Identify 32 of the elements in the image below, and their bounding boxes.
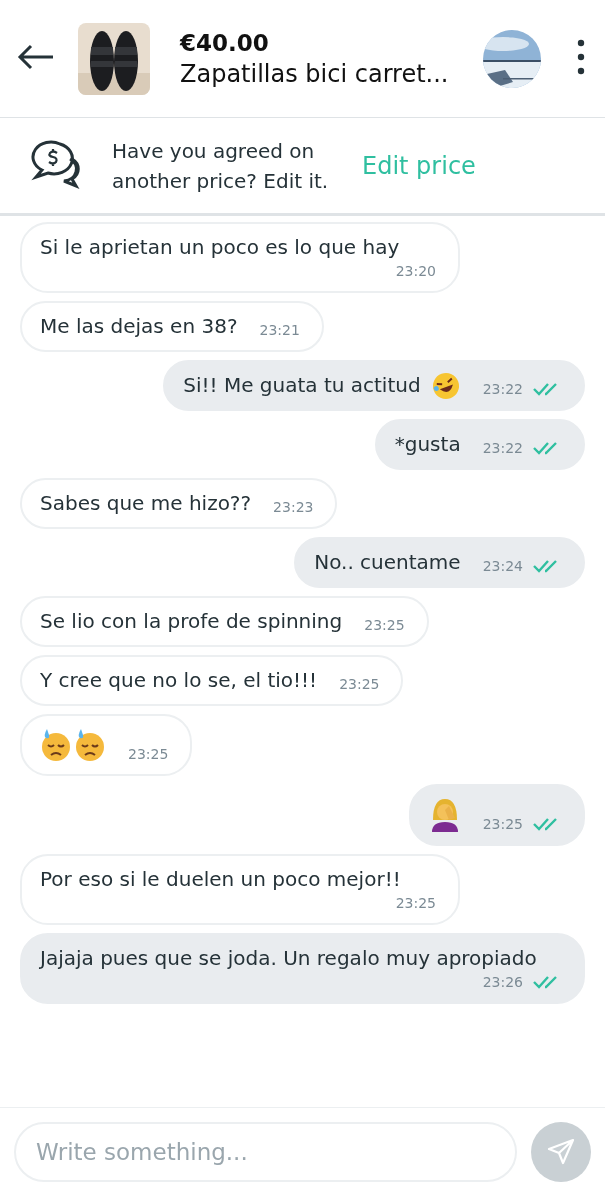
edit-price-link[interactable]: Edit price — [362, 151, 476, 180]
message-time: 23:25 — [364, 617, 405, 633]
message-text: Sabes que me hizo?? — [40, 490, 252, 517]
sweat-face-icon — [40, 728, 72, 762]
price-banner-text: Have you agreed on another price? Edit it. — [112, 137, 330, 195]
message-input[interactable]: Write something... — [14, 1122, 517, 1182]
message-text: Me las dejas en 38? — [40, 313, 238, 340]
message-text: Por eso si le duelen un poco mejor!! — [40, 866, 401, 893]
message-text: Si le aprietan un poco es lo que hay — [40, 234, 400, 261]
message-time: 23:22 — [482, 440, 523, 456]
message-time: 23:25 — [482, 816, 523, 832]
message-time: 23:25 — [395, 895, 436, 911]
sweat-face-icon — [74, 728, 106, 762]
back-arrow-icon — [17, 44, 55, 70]
message-text: No.. cuentame — [314, 549, 461, 576]
message-time: 23:21 — [259, 322, 300, 338]
message-time: 23:22 — [482, 381, 523, 397]
message-text: Jajaja pues que se joda. Un regalo muy apropiado — [40, 945, 537, 972]
item-title: Zapatillas bici carret... — [180, 59, 450, 88]
message-text: Se lio con la profe de spinning — [40, 608, 343, 635]
more-icon — [577, 39, 585, 75]
message-time: 23:26 — [482, 974, 523, 990]
message-text: Si!! Me guata tu actitud — [183, 372, 421, 399]
message-time: 23:25 — [128, 746, 169, 762]
message-text: *gusta — [394, 431, 461, 458]
message-time: 23:20 — [395, 263, 436, 279]
message-text: Y cree que no lo se, el tio!!! — [40, 667, 318, 694]
send-icon — [547, 1138, 575, 1166]
message-time: 23:24 — [482, 558, 523, 574]
item-price: €40.00 — [180, 29, 270, 56]
message-time: 23:25 — [339, 676, 380, 692]
message-time: 23:23 — [273, 499, 314, 515]
